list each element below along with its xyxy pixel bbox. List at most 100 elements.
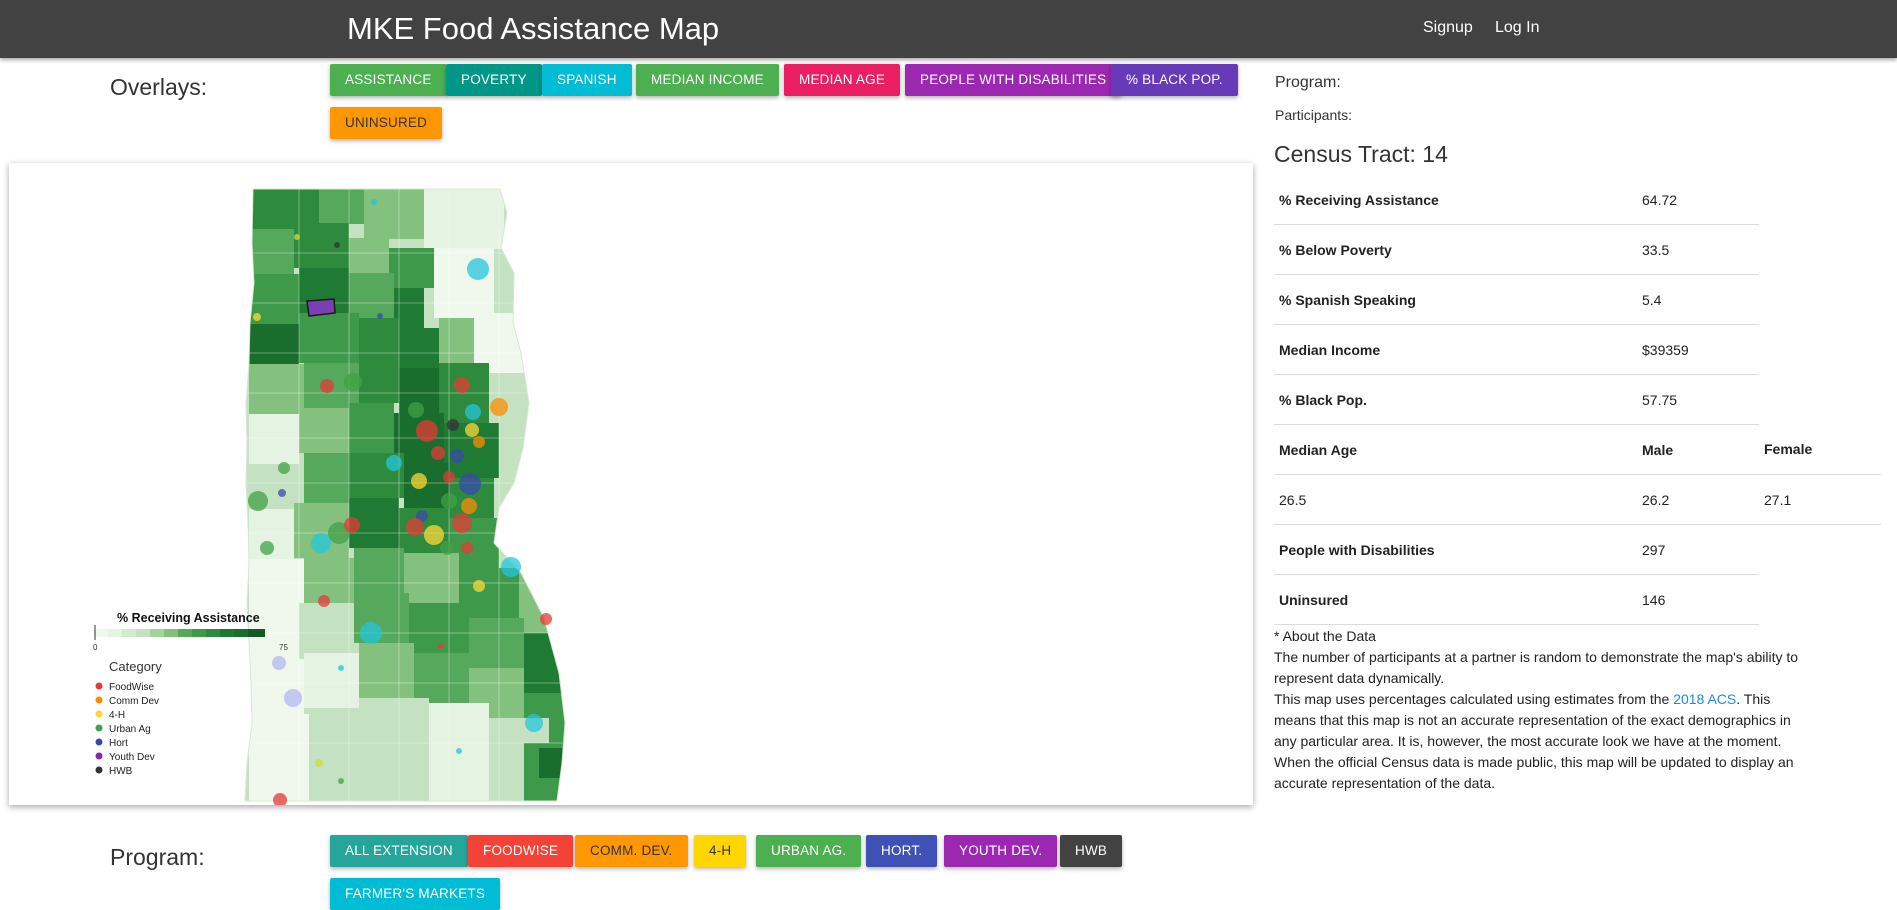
stat-value: 57.75 <box>1637 374 1759 425</box>
legend-dot-foodwise <box>95 682 103 690</box>
marker[interactable] <box>459 473 481 495</box>
marker[interactable] <box>320 379 334 393</box>
overlay-poverty-button[interactable]: POVERTY <box>446 64 542 96</box>
stat-label: People with Disabilities <box>1274 524 1637 575</box>
marker[interactable] <box>454 377 470 393</box>
program-foodwise-button[interactable]: FOODWISE <box>468 835 574 867</box>
program-comm-dev-button[interactable]: COMM. DEV. <box>575 835 688 867</box>
marker[interactable] <box>386 455 402 471</box>
marker[interactable] <box>315 759 323 767</box>
stat-female-label: Female <box>1759 424 1881 475</box>
marker[interactable] <box>311 533 331 553</box>
program-hwb-button[interactable]: HWB <box>1060 835 1123 867</box>
program-hort-button[interactable]: HORT. <box>866 835 938 867</box>
marker[interactable] <box>501 557 521 577</box>
overlay-black-pop-button[interactable]: % BLACK POP. <box>1111 64 1238 96</box>
map-container[interactable]: % Receiving Assistance 0 75 Category Foo… <box>9 163 1253 805</box>
login-link[interactable]: Log In <box>1495 19 1539 37</box>
marker[interactable] <box>344 517 360 533</box>
about-paragraph-1: The number of participants at a partner … <box>1274 649 1799 686</box>
legend-dot-comm-dev <box>95 696 103 704</box>
marker[interactable] <box>467 258 489 280</box>
marker[interactable] <box>334 242 340 248</box>
marker[interactable] <box>473 580 485 592</box>
marker[interactable] <box>440 541 454 555</box>
table-row: People with Disabilities 297 <box>1274 524 1881 575</box>
stat-male-value: 26.2 <box>1637 474 1759 525</box>
marker[interactable] <box>248 491 268 511</box>
marker[interactable] <box>338 665 344 671</box>
marker[interactable] <box>443 471 455 483</box>
marker[interactable] <box>473 436 485 448</box>
marker[interactable] <box>344 373 362 391</box>
choropleth-map[interactable]: % Receiving Assistance 0 75 Category Foo… <box>9 163 1253 805</box>
acs-link[interactable]: 2018 ACS <box>1673 691 1736 707</box>
marker[interactable] <box>360 622 382 644</box>
marker[interactable] <box>465 404 481 420</box>
marker[interactable] <box>525 714 543 732</box>
stat-value: 33.5 <box>1637 224 1759 275</box>
legend-max: 75 <box>279 643 288 652</box>
marker[interactable] <box>540 613 552 625</box>
table-row: % Below Poverty 33.5 <box>1274 224 1881 275</box>
marker[interactable] <box>406 518 424 536</box>
census-tracts <box>245 189 565 801</box>
table-row: % Black Pop. 57.75 <box>1274 374 1881 425</box>
marker[interactable] <box>456 748 462 754</box>
marker[interactable] <box>411 473 427 489</box>
marker[interactable] <box>416 420 438 442</box>
overlay-assistance-button[interactable]: ASSISTANCE <box>330 64 447 96</box>
marker[interactable] <box>294 234 300 240</box>
marker[interactable] <box>260 541 274 555</box>
marker[interactable] <box>452 513 472 533</box>
table-row: % Spanish Speaking 5.4 <box>1274 274 1881 325</box>
signup-link[interactable]: Signup <box>1423 19 1473 37</box>
marker[interactable] <box>450 449 464 463</box>
program-youth-dev-button[interactable]: YOUTH DEV. <box>944 835 1058 867</box>
marker[interactable] <box>461 498 477 514</box>
legend-item-hwb: HWB <box>109 766 133 777</box>
about-data-section: * About the Data The number of participa… <box>1274 626 1812 794</box>
program-farmers-markets-button[interactable]: FARMER'S MARKETS <box>330 878 501 910</box>
selected-tract-highlight[interactable] <box>306 298 336 317</box>
stat-label: Median Age <box>1274 424 1637 475</box>
marker[interactable] <box>377 313 383 319</box>
participants-label: Participants: <box>1275 107 1353 123</box>
marker[interactable] <box>431 446 445 460</box>
marker[interactable] <box>438 643 444 649</box>
marker[interactable] <box>272 656 286 670</box>
table-row: Median Age Male Female <box>1274 424 1881 475</box>
overlay-disabilities-button[interactable]: PEOPLE WITH DISABILITIES <box>905 64 1122 96</box>
program-urban-ag-button[interactable]: URBAN AG. <box>756 835 862 867</box>
legend-item-4h: 4-H <box>109 710 125 721</box>
program-label: Program: <box>110 844 205 870</box>
overlay-spanish-button[interactable]: SPANISH <box>542 64 632 96</box>
marker[interactable] <box>284 689 302 707</box>
page-title: MKE Food Assistance Map <box>347 11 720 46</box>
marker[interactable] <box>253 313 261 321</box>
marker[interactable] <box>490 398 508 416</box>
table-row: Median Income $39359 <box>1274 324 1881 375</box>
marker[interactable] <box>318 595 330 607</box>
marker[interactable] <box>424 525 444 545</box>
marker[interactable] <box>408 402 424 418</box>
overlay-uninsured-button[interactable]: UNINSURED <box>330 107 443 139</box>
marker[interactable] <box>278 462 290 474</box>
stat-female-value: 27.1 <box>1759 474 1881 525</box>
marker[interactable] <box>465 423 479 437</box>
overlay-median-income-button[interactable]: MEDIAN INCOME <box>636 64 779 96</box>
legend-dot-hort <box>95 738 103 746</box>
marker[interactable] <box>461 542 473 554</box>
legend-item-urban-ag: Urban Ag <box>109 724 151 735</box>
marker[interactable] <box>441 493 457 509</box>
marker[interactable] <box>278 489 286 497</box>
program-4h-button[interactable]: 4-H <box>694 835 747 867</box>
legend-dot-youth-dev <box>95 752 103 760</box>
overlay-median-age-button[interactable]: MEDIAN AGE <box>784 64 901 96</box>
program-all-extension-button[interactable]: ALL EXTENSION <box>330 835 468 867</box>
marker[interactable] <box>371 199 377 205</box>
stat-label: % Spanish Speaking <box>1274 274 1637 325</box>
marker[interactable] <box>338 778 344 784</box>
marker[interactable] <box>447 419 459 431</box>
stat-label: % Receiving Assistance <box>1274 175 1637 225</box>
